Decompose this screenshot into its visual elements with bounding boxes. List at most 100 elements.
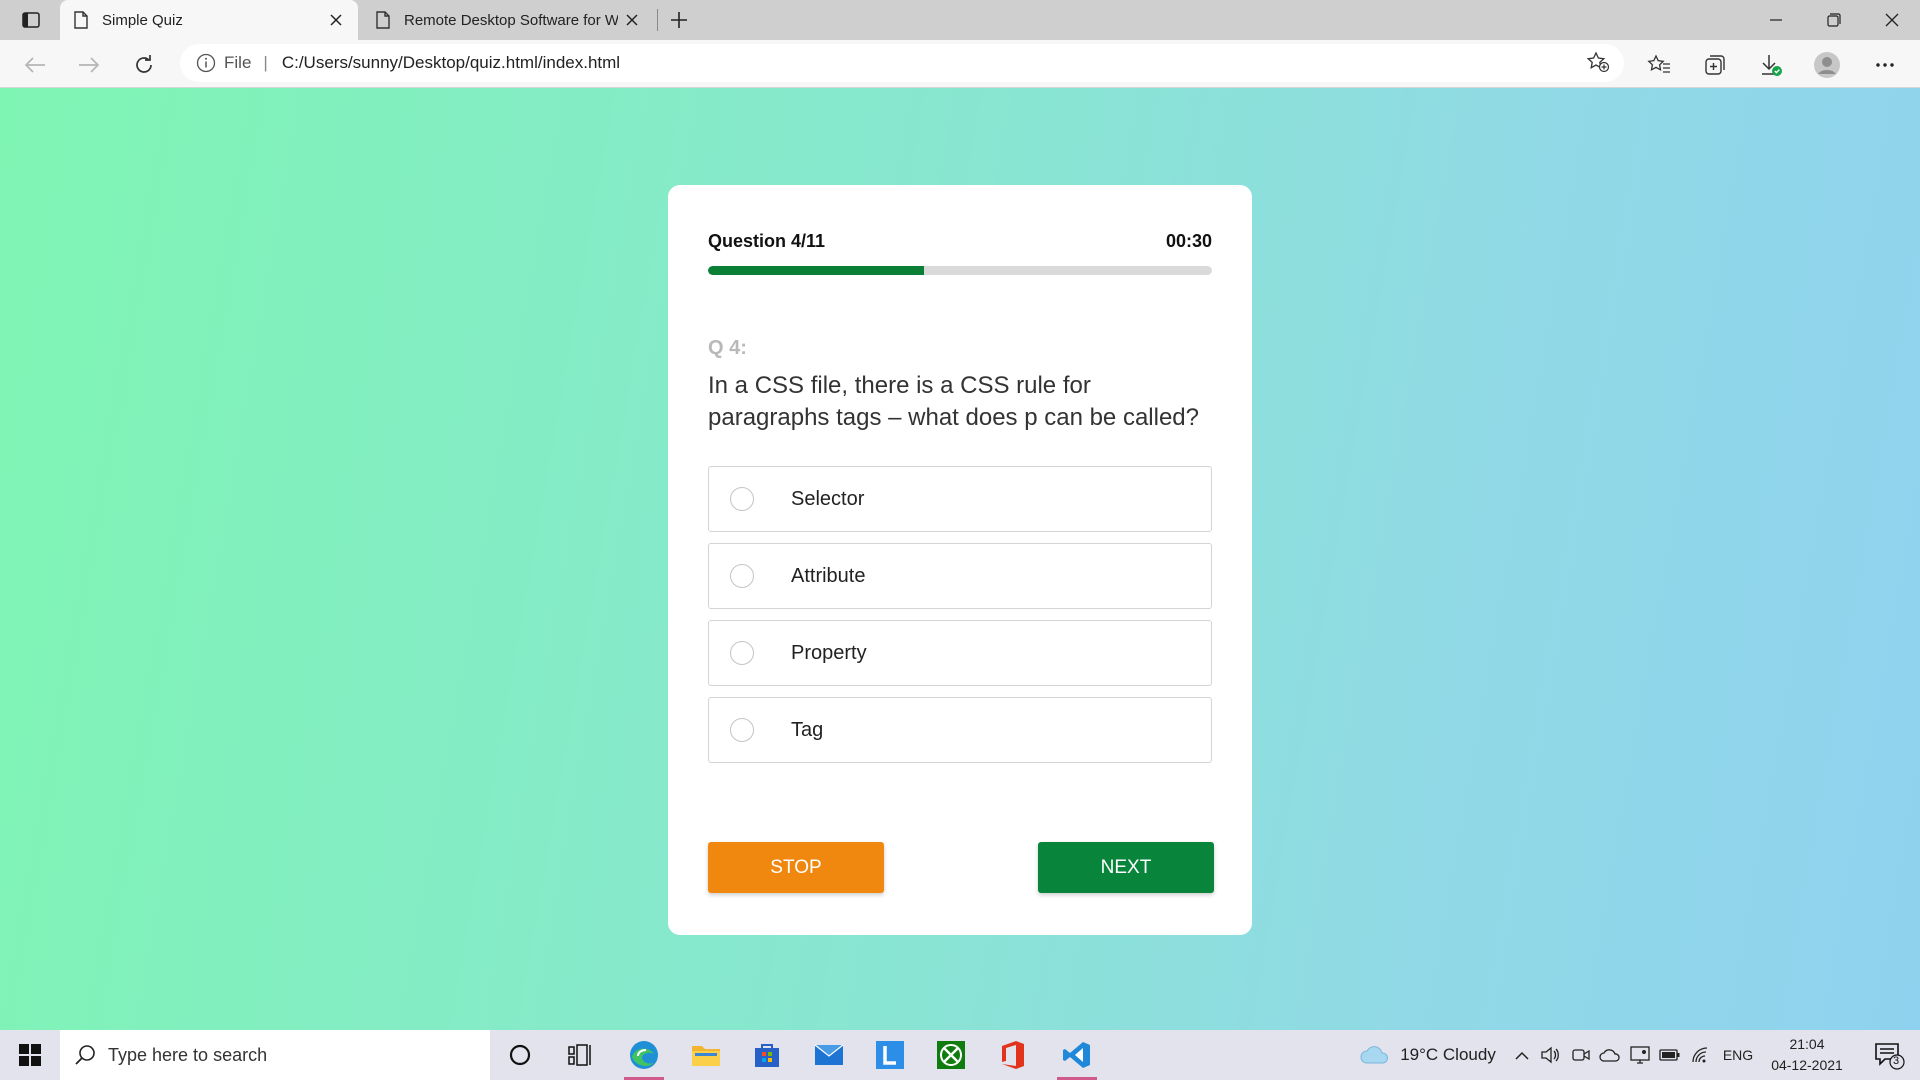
info-icon[interactable] xyxy=(196,53,216,73)
search-icon xyxy=(74,1044,96,1066)
l-app-icon xyxy=(876,1041,904,1069)
show-hidden-icons-button[interactable] xyxy=(1512,1030,1532,1080)
option-label: Property xyxy=(791,641,867,664)
cloud-icon xyxy=(1360,1046,1389,1064)
arrow-right-icon xyxy=(79,57,100,73)
cortana-icon xyxy=(509,1044,531,1066)
edge-browser-icon xyxy=(630,1041,658,1069)
option-label: Attribute xyxy=(791,564,866,587)
forward-button[interactable] xyxy=(72,48,106,82)
option-attribute[interactable]: Attribute xyxy=(708,543,1212,609)
tab-title: Simple Quiz xyxy=(102,11,183,29)
file-explorer-app[interactable] xyxy=(678,1030,734,1080)
meet-now-button[interactable] xyxy=(1570,1030,1592,1080)
new-tab-button[interactable] xyxy=(664,5,694,35)
browser-toolbar: File | C:/Users/sunny/Desktop/quiz.html/… xyxy=(0,40,1920,88)
battery-button[interactable] xyxy=(1658,1030,1682,1080)
display-button[interactable] xyxy=(1628,1030,1652,1080)
folder-icon xyxy=(692,1046,720,1066)
collections-icon xyxy=(1705,55,1725,75)
office-app[interactable] xyxy=(985,1030,1041,1080)
add-favorite-icon[interactable] xyxy=(1586,51,1610,73)
collections-button[interactable] xyxy=(1700,50,1730,80)
tab-simple-quiz[interactable]: Simple Quiz xyxy=(60,0,358,40)
office-icon xyxy=(1002,1041,1024,1069)
quiz-card: Question 4/11 00:30 Q 4: In a CSS file, … xyxy=(668,185,1252,935)
clock[interactable]: 21:04 04-12-2021 xyxy=(1764,1034,1850,1076)
close-tab-icon[interactable] xyxy=(618,6,646,34)
onedrive-button[interactable] xyxy=(1598,1030,1622,1080)
more-icon xyxy=(1876,63,1894,67)
minimize-button[interactable] xyxy=(1748,0,1804,40)
refresh-button[interactable] xyxy=(127,48,161,82)
arrow-left-icon xyxy=(24,57,45,73)
question-number: Q 4: xyxy=(708,337,747,359)
chevron-up-icon xyxy=(1515,1051,1529,1060)
restore-button[interactable] xyxy=(1806,0,1862,40)
page-icon xyxy=(376,11,390,29)
address-divider: | xyxy=(263,53,268,72)
close-window-button[interactable] xyxy=(1864,0,1920,40)
task-view-button[interactable] xyxy=(552,1030,608,1080)
plus-icon xyxy=(671,12,687,28)
url-text[interactable]: C:/Users/sunny/Desktop/quiz.html/index.h… xyxy=(282,53,620,73)
search-placeholder: Type here to search xyxy=(108,1044,268,1065)
taskbar: Type here to search 19°C Cloudy ENG 21:0… xyxy=(0,1030,1920,1080)
close-tab-icon[interactable] xyxy=(322,6,350,34)
store-app[interactable] xyxy=(739,1030,795,1080)
l-app[interactable] xyxy=(862,1030,918,1080)
quiz-header: Question 4/11 00:30 xyxy=(708,231,1212,252)
radio-button[interactable] xyxy=(730,718,754,742)
tab-remote-desktop[interactable]: Remote Desktop Software for W xyxy=(362,0,654,40)
edge-app[interactable] xyxy=(616,1030,672,1080)
notifications-button[interactable]: 3 xyxy=(1864,1030,1914,1080)
option-selector[interactable]: Selector xyxy=(708,466,1212,532)
downloads-button[interactable] xyxy=(1756,50,1786,80)
answer-options: Selector Attribute Property Tag xyxy=(708,466,1212,774)
radio-button[interactable] xyxy=(730,487,754,511)
radio-button[interactable] xyxy=(730,641,754,665)
weather-widget[interactable]: 19°C Cloudy xyxy=(1348,1030,1508,1080)
stop-button[interactable]: STOP xyxy=(708,842,884,893)
favorites-star-icon xyxy=(1647,54,1670,73)
page-icon xyxy=(74,11,88,29)
mail-app[interactable] xyxy=(801,1030,857,1080)
option-tag[interactable]: Tag xyxy=(708,697,1212,763)
option-label: Tag xyxy=(791,718,824,741)
start-button[interactable] xyxy=(0,1030,60,1080)
tab-actions-button[interactable] xyxy=(12,6,50,34)
minimize-icon xyxy=(1770,19,1782,21)
taskbar-search[interactable]: Type here to search xyxy=(60,1030,490,1080)
monitor-icon xyxy=(1630,1046,1650,1064)
wifi-button[interactable] xyxy=(1690,1030,1712,1080)
clock-time: 21:04 xyxy=(1789,1036,1825,1052)
address-bar[interactable]: File | C:/Users/sunny/Desktop/quiz.html/… xyxy=(180,44,1624,82)
cortana-button[interactable] xyxy=(492,1030,548,1080)
question-counter: Question 4/11 xyxy=(708,231,826,251)
close-icon xyxy=(1885,13,1899,27)
volume-button[interactable] xyxy=(1538,1030,1562,1080)
xbox-app[interactable] xyxy=(923,1030,979,1080)
speaker-icon xyxy=(1541,1046,1559,1064)
radio-button[interactable] xyxy=(730,564,754,588)
settings-more-button[interactable] xyxy=(1870,50,1900,80)
tab-actions-icon xyxy=(22,12,40,28)
refresh-icon xyxy=(136,55,152,73)
clock-date: 04-12-2021 xyxy=(1771,1057,1843,1073)
option-property[interactable]: Property xyxy=(708,620,1212,686)
notification-count: 3 xyxy=(1893,1055,1900,1067)
back-button[interactable] xyxy=(18,48,52,82)
restore-icon xyxy=(1827,13,1841,27)
tab-divider xyxy=(657,9,658,31)
profile-button[interactable] xyxy=(1812,50,1842,80)
tab-title: Remote Desktop Software for W xyxy=(404,11,618,29)
download-icon xyxy=(1762,55,1782,76)
wifi-icon xyxy=(1692,1047,1708,1063)
notification-icon xyxy=(1875,1043,1905,1070)
onedrive-cloud-icon xyxy=(1599,1049,1620,1062)
option-label: Selector xyxy=(791,487,865,510)
vscode-app[interactable] xyxy=(1049,1030,1105,1080)
language-indicator[interactable]: ENG xyxy=(1720,1030,1756,1080)
favorites-button[interactable] xyxy=(1644,50,1674,80)
next-button[interactable]: NEXT xyxy=(1038,842,1214,893)
